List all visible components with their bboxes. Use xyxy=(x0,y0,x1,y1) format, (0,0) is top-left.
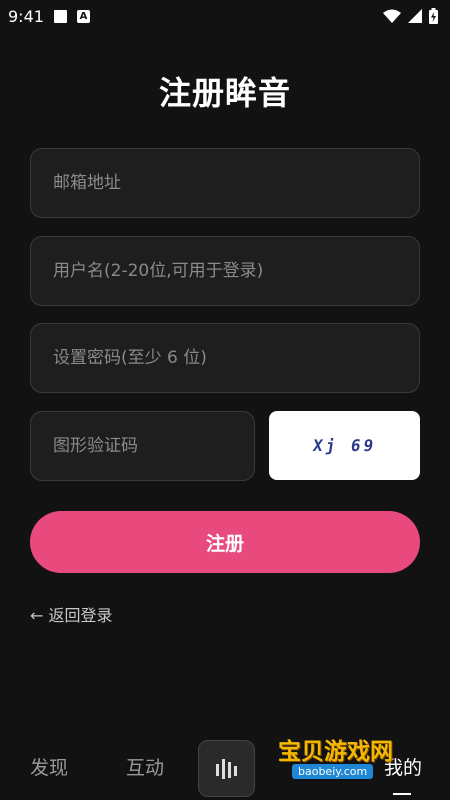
status-left: 9:41 A xyxy=(8,7,90,26)
status-time: 9:41 xyxy=(8,6,44,26)
audio-bars-icon xyxy=(215,758,237,779)
nav-tab-player[interactable] xyxy=(198,740,255,797)
email-field[interactable] xyxy=(30,148,420,218)
username-input[interactable] xyxy=(51,260,419,282)
status-right xyxy=(383,8,438,24)
username-field[interactable] xyxy=(30,236,420,306)
notification-square-icon xyxy=(53,9,67,23)
watermark-url: baobeiy.com xyxy=(292,764,374,779)
captcha-image-text: Xj 69 xyxy=(311,436,378,455)
register-button[interactable]: 注册 xyxy=(30,511,420,573)
back-to-login-link[interactable]: ← 返回登录 xyxy=(30,602,113,626)
watermark-logo: 宝贝游戏网 baobeiy.com xyxy=(272,728,422,788)
signal-icon xyxy=(408,9,422,23)
page-title: 注册眸音 xyxy=(158,74,291,112)
status-bar: 9:41 A xyxy=(0,0,450,32)
battery-icon xyxy=(429,8,438,24)
wifi-icon xyxy=(383,9,401,23)
nav-active-indicator xyxy=(393,793,411,795)
nav-tab-interact[interactable]: 互动 xyxy=(126,753,164,780)
back-to-login-label: ← 返回登录 xyxy=(30,606,113,625)
email-input[interactable] xyxy=(51,172,419,194)
password-field[interactable] xyxy=(30,323,420,393)
nav-tab-discover[interactable]: 发现 xyxy=(30,753,68,780)
captcha-input[interactable] xyxy=(51,435,254,457)
password-input[interactable] xyxy=(51,347,419,369)
captcha-image[interactable]: Xj 69 xyxy=(269,411,420,480)
captcha-field[interactable] xyxy=(30,411,255,481)
watermark-text: 宝贝游戏网 xyxy=(278,739,393,765)
notification-a-icon: A xyxy=(76,9,90,23)
